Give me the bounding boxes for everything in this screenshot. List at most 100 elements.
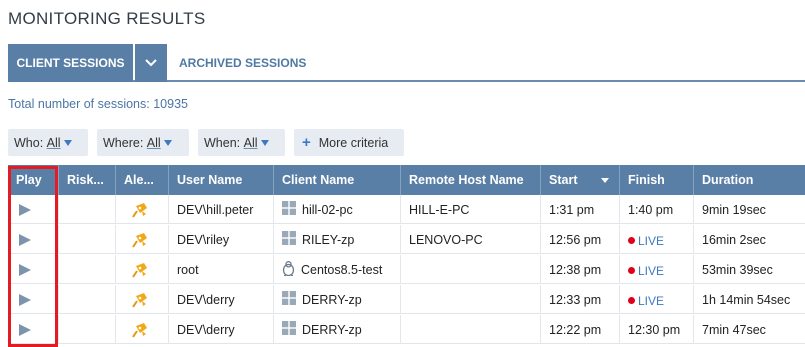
column-header-start[interactable]: Start — [541, 165, 620, 195]
duration-cell: 1h 14min 54sec — [694, 285, 805, 314]
windows-icon — [282, 201, 296, 215]
plus-icon: + — [302, 134, 311, 151]
start-time: 12:22 pm — [549, 322, 602, 337]
caret-down-icon — [163, 140, 172, 146]
client-name: Centos8.5-test — [301, 262, 383, 277]
alert-flag-icon[interactable] — [131, 262, 149, 278]
column-header-client-name[interactable]: Client Name — [274, 165, 401, 195]
start-cell: 1:31 pm — [541, 195, 620, 224]
risk-cell — [59, 285, 116, 314]
filter-when[interactable]: When: All — [198, 129, 285, 156]
risk-cell — [59, 315, 116, 344]
alert-flag-icon[interactable] — [131, 292, 149, 308]
remote-host-cell: HILL-E-PC — [401, 195, 541, 224]
column-header-user-name[interactable]: User Name — [169, 165, 274, 195]
live-dot-icon — [628, 237, 635, 244]
play-icon[interactable] — [19, 233, 31, 246]
risk-cell — [59, 195, 116, 224]
alert-cell — [116, 225, 169, 254]
table-row[interactable]: DEV\derry DERRY-zp 12:33 pm LIVE 1h 14mi… — [8, 285, 805, 314]
play-icon[interactable] — [19, 203, 31, 216]
duration-cell: 9min 19sec — [694, 195, 805, 224]
user-name-cell: DEV\derry — [169, 285, 274, 314]
page-title: MONITORING RESULTS — [8, 9, 206, 28]
client-name: DERRY-zp — [302, 292, 362, 307]
finish-time: 12:30 pm — [628, 322, 681, 337]
remote-host-cell — [401, 315, 541, 344]
filter-label: Who: — [14, 135, 47, 150]
alert-flag-icon[interactable] — [131, 202, 149, 218]
filter-where[interactable]: Where: All — [97, 129, 189, 156]
filter-value: All — [243, 135, 258, 150]
finish-time: LIVE — [628, 264, 664, 278]
session-tabs: CLIENT SESSIONS ARCHIVED SESSIONS — [8, 44, 805, 82]
start-cell: 12:22 pm — [541, 315, 620, 344]
client-name-cell: DERRY-zp — [274, 285, 401, 314]
client-name: DERRY-zp — [302, 322, 362, 337]
start-time: 12:56 pm — [549, 232, 602, 247]
more-criteria-label: More criteria — [318, 135, 389, 150]
more-criteria-button[interactable]: + More criteria — [294, 129, 404, 156]
start-time: 12:38 pm — [549, 262, 602, 277]
user-name: DEV\riley — [177, 232, 230, 247]
column-header-remote-host-name[interactable]: Remote Host Name — [401, 165, 541, 195]
remote-host-cell: LENOVO-PC — [401, 225, 541, 254]
column-header-alerts[interactable]: Ale... — [116, 165, 169, 195]
live-label: LIVE — [638, 233, 665, 248]
client-name: hill-02-pc — [302, 202, 353, 217]
duration: 16min 2sec — [702, 232, 766, 247]
play-cell — [8, 195, 59, 224]
windows-icon — [282, 291, 296, 305]
column-header-play[interactable]: Play — [8, 165, 59, 195]
live-dot-icon — [628, 297, 635, 304]
table-row[interactable]: root Centos8.5-test 12:38 pm LIVE 53min … — [8, 255, 805, 284]
risk-cell — [59, 255, 116, 284]
column-header-risk[interactable]: Risk... — [59, 165, 116, 195]
column-header-finish[interactable]: Finish — [620, 165, 694, 195]
finish-time: 1:40 pm — [628, 202, 674, 217]
start-cell: 12:38 pm — [541, 255, 620, 284]
duration: 7min 47sec — [702, 322, 766, 337]
tab-client-sessions[interactable]: CLIENT SESSIONS — [8, 44, 133, 82]
user-name-cell: root — [169, 255, 274, 284]
play-icon[interactable] — [19, 323, 31, 336]
play-cell — [8, 315, 59, 344]
user-name-cell: DEV\hill.peter — [169, 195, 274, 224]
user-name: DEV\derry — [177, 292, 235, 307]
play-icon[interactable] — [19, 293, 31, 306]
table-row[interactable]: DEV\derry DERRY-zp 12:22 pm 12:30 pm 7mi… — [8, 315, 805, 344]
table-row[interactable]: DEV\riley RILEY-zp LENOVO-PC 12:56 pm LI… — [8, 225, 805, 254]
play-icon[interactable] — [19, 263, 31, 276]
filter-value: All — [146, 135, 161, 150]
duration: 53min 39sec — [702, 262, 773, 277]
finish-cell: LIVE — [620, 255, 694, 284]
finish-cell: LIVE — [620, 285, 694, 314]
alert-flag-icon[interactable] — [131, 232, 149, 248]
start-time: 12:33 pm — [549, 292, 602, 307]
tab-dropdown-button[interactable] — [135, 44, 167, 82]
tab-archived-sessions[interactable]: ARCHIVED SESSIONS — [179, 44, 306, 82]
filter-who[interactable]: Who: All — [8, 129, 88, 156]
start-cell: 12:56 pm — [541, 225, 620, 254]
os-icon — [282, 321, 296, 338]
finish-cell: 12:30 pm — [620, 315, 694, 344]
client-name: RILEY-zp — [302, 232, 355, 247]
remote-host-name: LENOVO-PC — [409, 232, 483, 247]
caret-down-icon — [63, 140, 72, 146]
column-header-duration[interactable]: Duration — [694, 165, 805, 195]
alert-cell — [116, 285, 169, 314]
column-header-start-label: Start — [549, 173, 578, 187]
alert-cell — [116, 195, 169, 224]
alert-flag-icon[interactable] — [131, 322, 149, 338]
user-name-cell: DEV\riley — [169, 225, 274, 254]
filter-label: When: — [204, 135, 244, 150]
duration-cell: 7min 47sec — [694, 315, 805, 344]
chevron-down-icon — [145, 59, 157, 67]
start-time: 1:31 pm — [549, 202, 595, 217]
table-row[interactable]: DEV\hill.peter hill-02-pc HILL-E-PC 1:31… — [8, 195, 805, 224]
remote-host-name: HILL-E-PC — [409, 202, 470, 217]
caret-down-icon — [260, 140, 269, 146]
play-cell — [8, 255, 59, 284]
duration: 1h 14min 54sec — [702, 292, 791, 307]
client-name-cell: Centos8.5-test — [274, 255, 401, 284]
